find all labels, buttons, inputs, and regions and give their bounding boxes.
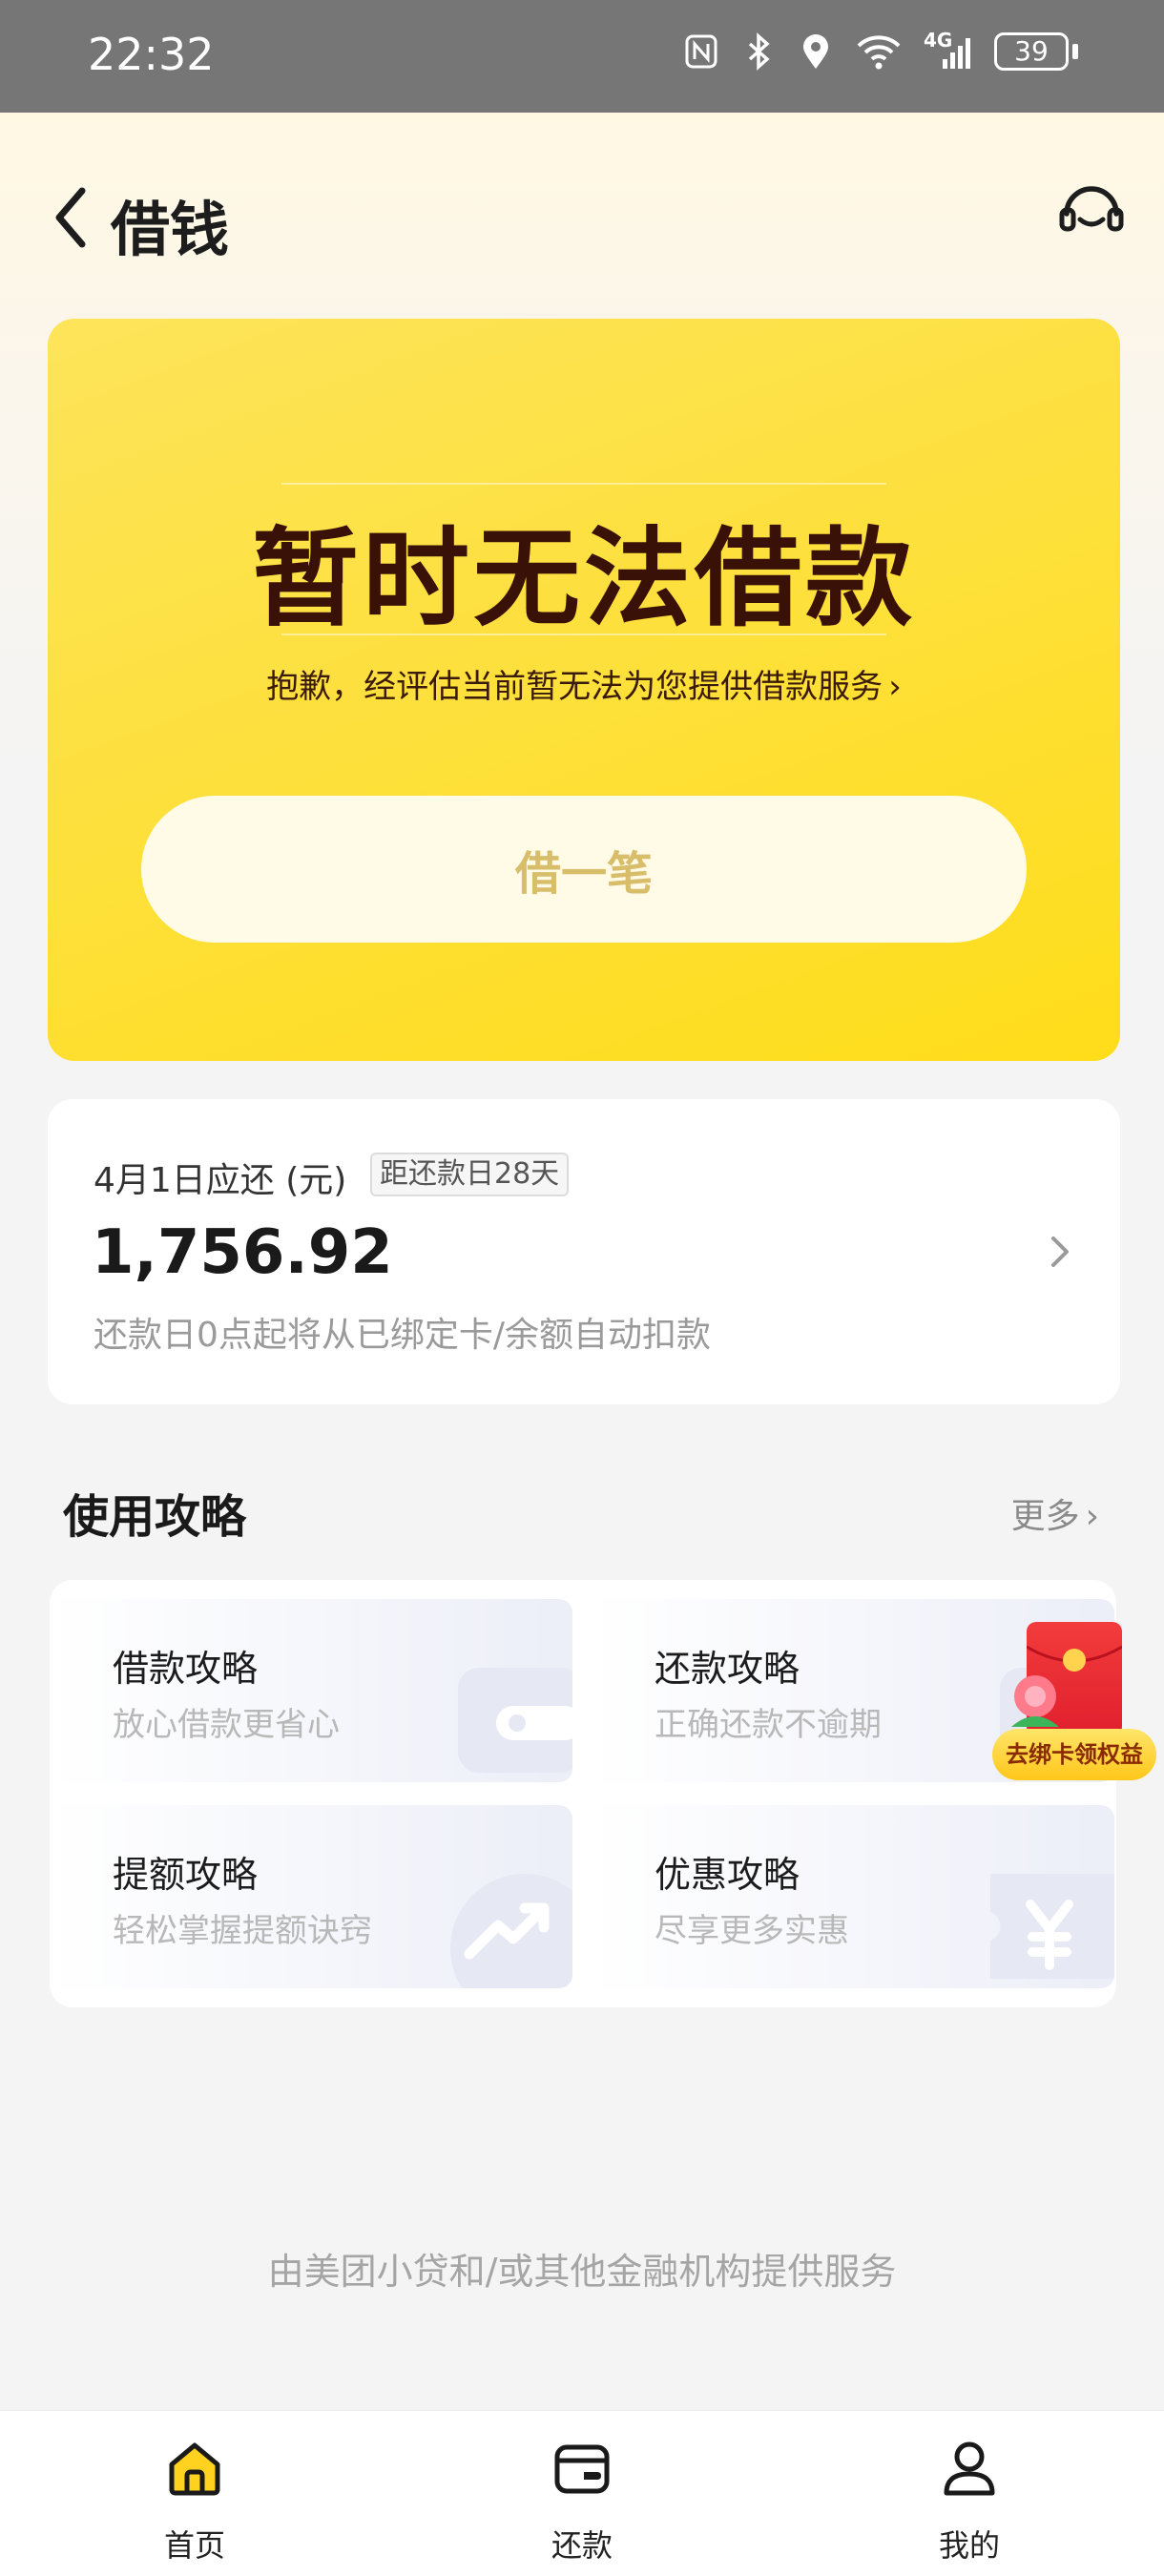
repayment-card[interactable]: 4月1日应还 (元) 距还款日28天 1,756.92 还款日0点起将从已绑定卡… bbox=[48, 1099, 1120, 1404]
guide-tile-borrow[interactable]: 借款攻略 放心借款更省心 bbox=[50, 1599, 572, 1782]
user-icon bbox=[944, 2441, 995, 2496]
guide-subtitle: 尽享更多实惠 bbox=[655, 1912, 849, 1950]
borrow-button[interactable]: 借一笔 bbox=[141, 796, 1027, 943]
wifi-icon bbox=[857, 35, 901, 70]
signal-icon: 4G bbox=[924, 29, 973, 71]
tab-profile[interactable]: 我的 bbox=[874, 2411, 1065, 2576]
days-until-due-badge: 距还款日28天 bbox=[370, 1153, 570, 1196]
status-bar: 22:32 4G 39 bbox=[0, 0, 1164, 113]
guides-more-link[interactable]: 更多 › bbox=[1011, 1488, 1099, 1538]
borrow-status-card: 暂时无法借款 抱歉，经评估当前暂无法为您提供借款服务 › 借一笔 bbox=[48, 319, 1120, 1061]
guide-subtitle: 正确还款不逾期 bbox=[655, 1706, 882, 1744]
due-date-label: 4月1日应还 (元) bbox=[94, 1161, 347, 1200]
status-time: 22:32 bbox=[88, 29, 215, 80]
tab-label: 首页 bbox=[163, 2527, 225, 2564]
promo-label: 去绑卡领权益 bbox=[992, 1729, 1156, 1780]
status-icons: 4G 39 bbox=[683, 29, 1078, 71]
flower-icon bbox=[1011, 1675, 1059, 1727]
home-icon bbox=[169, 2442, 220, 2496]
chevron-right-icon bbox=[1051, 1236, 1069, 1267]
battery-level: 39 bbox=[994, 32, 1069, 71]
guide-title: 提额攻略 bbox=[113, 1854, 259, 1896]
chevron-right-icon: › bbox=[888, 668, 902, 706]
guide-title: 还款攻略 bbox=[655, 1648, 800, 1690]
guide-tile-discount[interactable]: 优惠攻略 尽享更多实惠 bbox=[592, 1805, 1114, 1988]
wallet-icon bbox=[458, 1668, 572, 1773]
guide-tile-limit[interactable]: 提额攻略 轻松掌握提额诀窍 bbox=[50, 1805, 572, 1988]
tab-repay[interactable]: 还款 bbox=[487, 2411, 677, 2576]
guides-title: 使用攻略 bbox=[63, 1490, 247, 1544]
headset-icon[interactable] bbox=[1057, 177, 1126, 246]
guide-subtitle: 放心借款更省心 bbox=[113, 1706, 340, 1744]
status-reason-text: 抱歉，经评估当前暂无法为您提供借款服务 bbox=[266, 668, 883, 706]
due-amount: 1,756.92 bbox=[92, 1217, 393, 1288]
wallet-card-icon bbox=[554, 2444, 610, 2494]
more-label: 更多 bbox=[1010, 1497, 1080, 1536]
bottom-tab-bar: 首页 还款 我的 bbox=[0, 2410, 1164, 2576]
bind-card-promo[interactable]: 去绑卡领权益 bbox=[988, 1622, 1156, 1784]
coupon-yuan-icon bbox=[990, 1874, 1114, 1979]
bluetooth-icon bbox=[748, 32, 770, 71]
guide-title: 优惠攻略 bbox=[655, 1854, 800, 1896]
guide-subtitle: 轻松掌握提额诀窍 bbox=[113, 1912, 372, 1950]
nfc-icon bbox=[685, 34, 717, 69]
tab-label: 还款 bbox=[551, 2527, 613, 2564]
battery-icon: 39 bbox=[994, 32, 1078, 71]
auto-debit-note: 还款日0点起将从已绑定卡/余额自动扣款 bbox=[94, 1316, 712, 1355]
guide-title: 借款攻略 bbox=[113, 1648, 259, 1690]
chevron-left-icon[interactable] bbox=[48, 179, 92, 256]
status-headline: 暂时无法借款 bbox=[252, 517, 916, 641]
trend-up-icon bbox=[450, 1874, 572, 1988]
chevron-right-icon: › bbox=[1085, 1497, 1099, 1536]
tab-home[interactable]: 首页 bbox=[99, 2411, 290, 2576]
page-header: 借钱 bbox=[0, 113, 1164, 313]
status-reason-link[interactable]: 抱歉，经评估当前暂无法为您提供借款服务 › bbox=[48, 660, 1120, 707]
page-title: 借钱 bbox=[111, 195, 230, 264]
guides-card: 借款攻略 放心借款更省心 还款攻略 正确还款不逾期 提额攻略 轻松掌握提额诀窍 … bbox=[50, 1580, 1116, 2007]
provider-note: 由美团小贷和/或其他金融机构提供服务 bbox=[267, 2251, 897, 2293]
location-icon bbox=[803, 34, 828, 69]
tab-label: 我的 bbox=[938, 2527, 1000, 2564]
divider bbox=[281, 483, 886, 485]
divider bbox=[281, 634, 886, 635]
